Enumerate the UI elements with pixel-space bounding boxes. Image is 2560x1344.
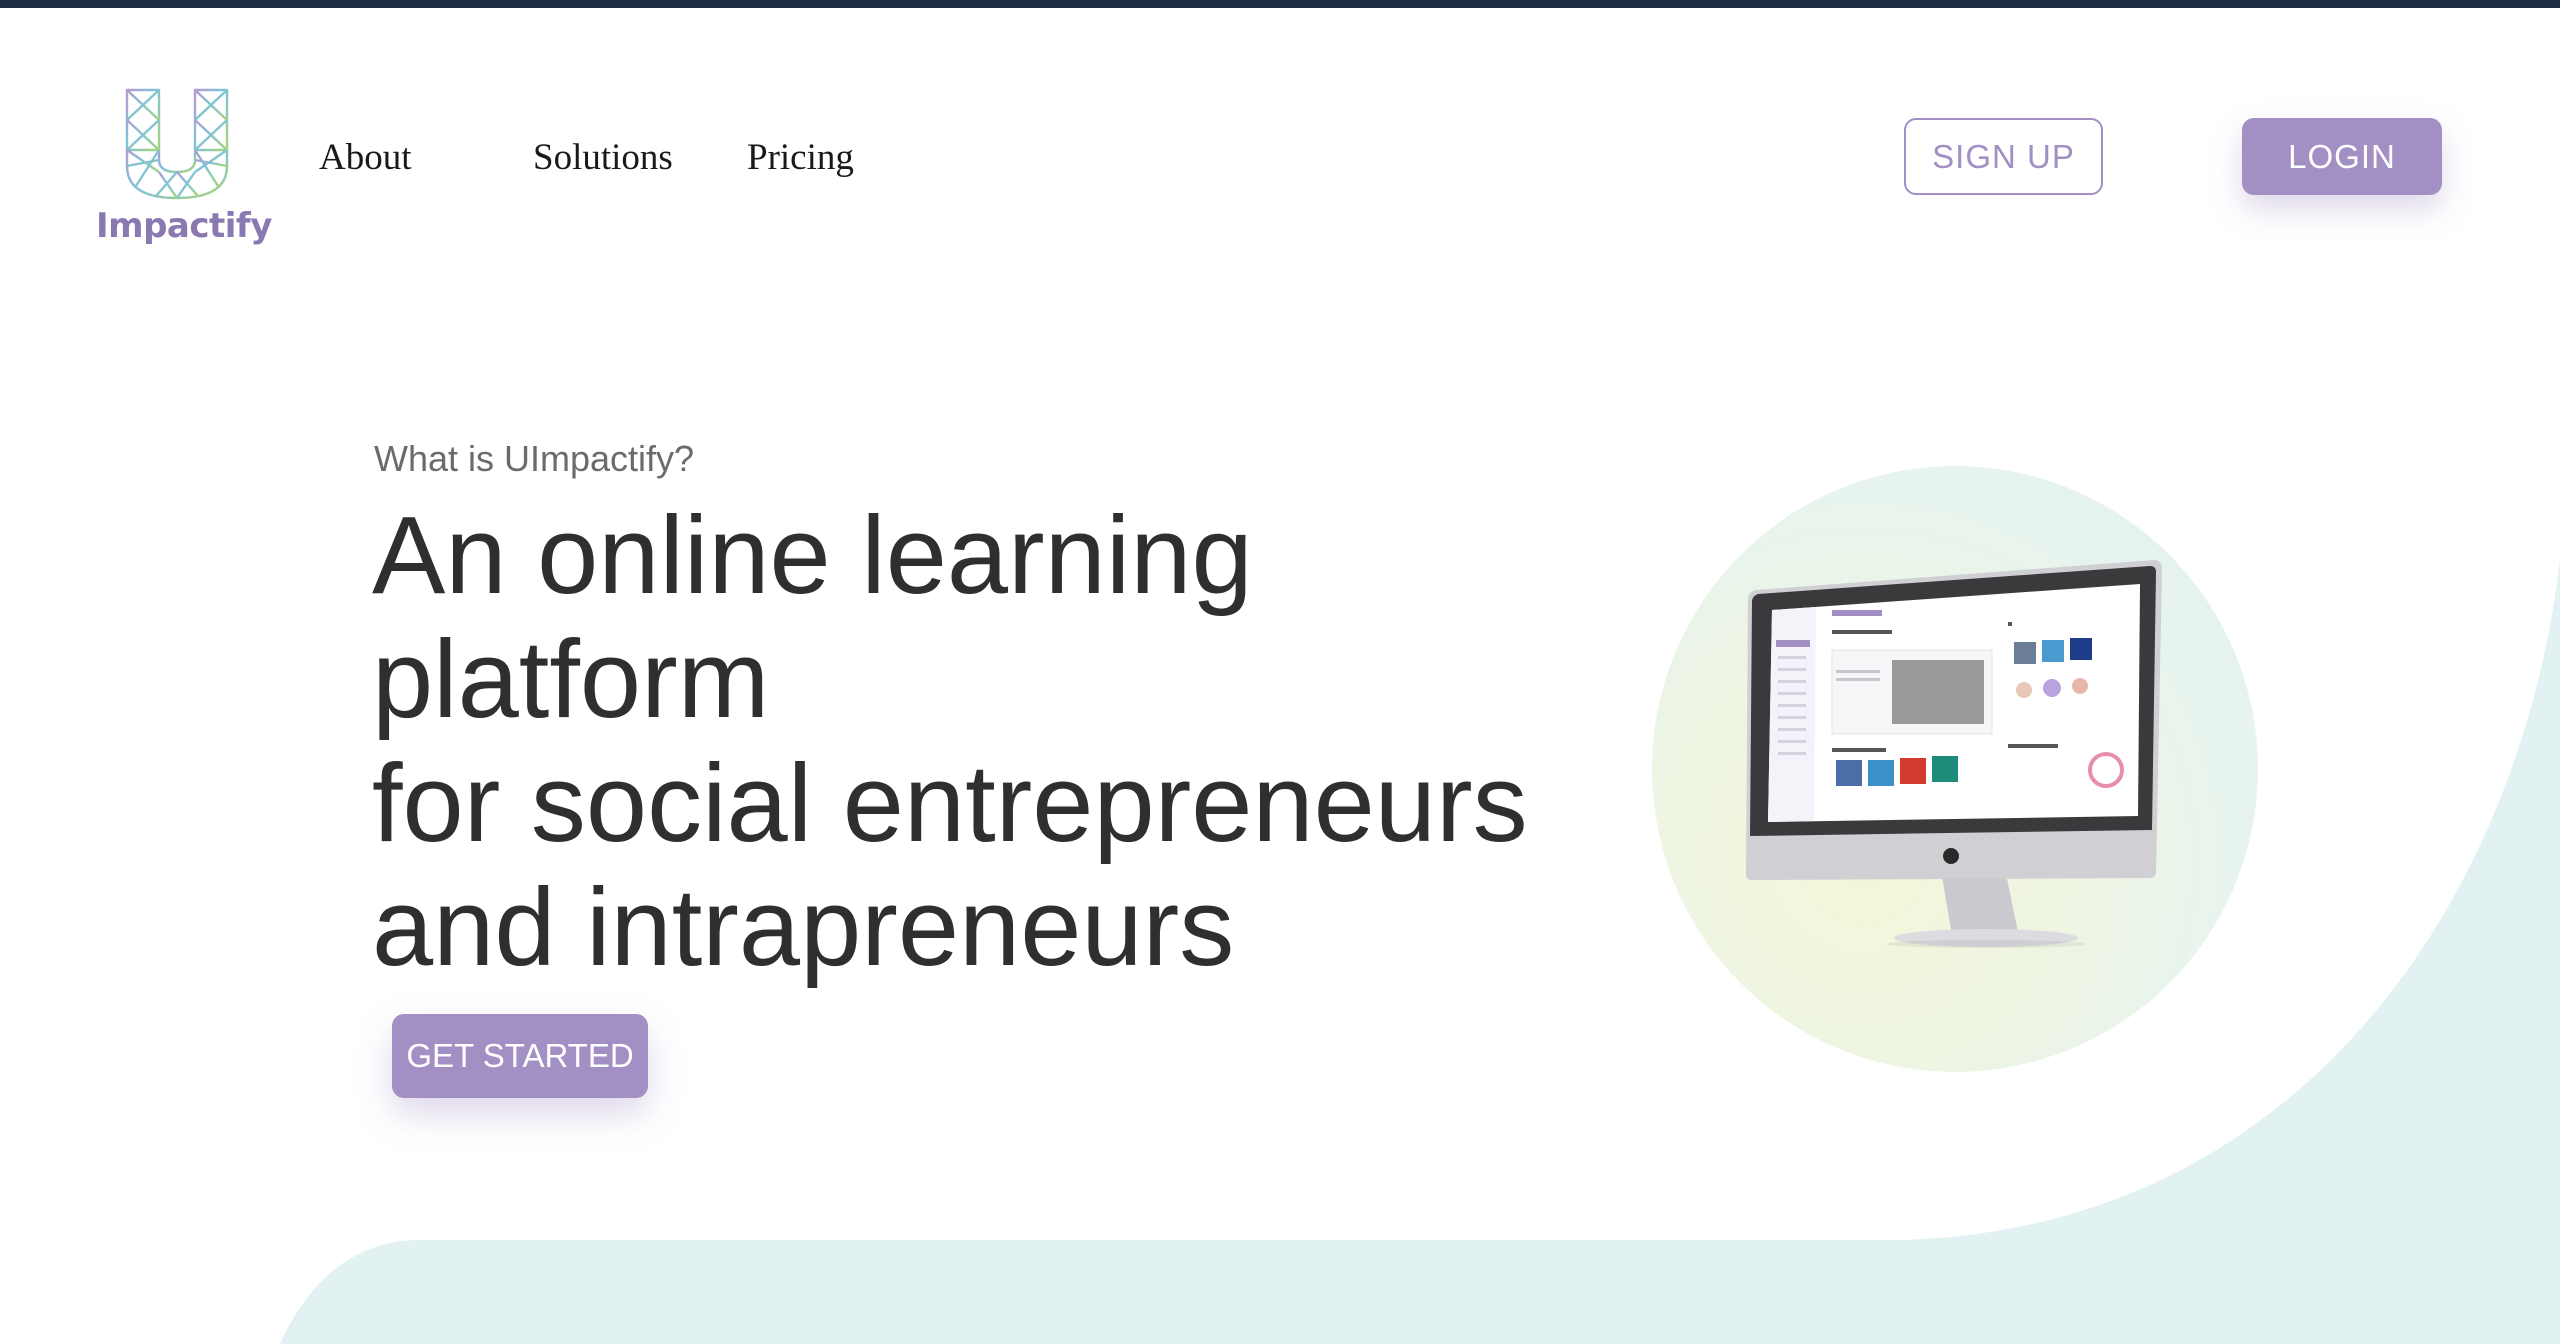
logo[interactable]: Impactify [96,86,272,254]
logo-text: Impactify [96,206,272,246]
hero-title-line: An online learning [372,494,1253,617]
signup-button[interactable]: SIGN UP [1904,118,2103,195]
hero-title-line: for social entrepreneurs [372,742,1528,865]
hero-title-line: platform [372,618,770,741]
landing-page: Impactify About Solutions Pricing SIGN U… [0,0,2560,1344]
get-started-button[interactable]: GET STARTED [392,1014,648,1098]
hero-eyebrow: What is UImpactify? [374,438,695,479]
nav-link-about[interactable]: About [319,136,412,179]
hero-title: An online learning platform for social e… [372,494,1672,990]
hero-title-line: and intrapreneurs [372,866,1235,989]
computer-monitor-icon [1746,560,2170,948]
nav-link-solutions[interactable]: Solutions [533,136,673,179]
logo-u-icon [125,88,229,200]
login-button[interactable]: LOGIN [2242,118,2442,195]
nav-link-pricing[interactable]: Pricing [747,136,854,179]
